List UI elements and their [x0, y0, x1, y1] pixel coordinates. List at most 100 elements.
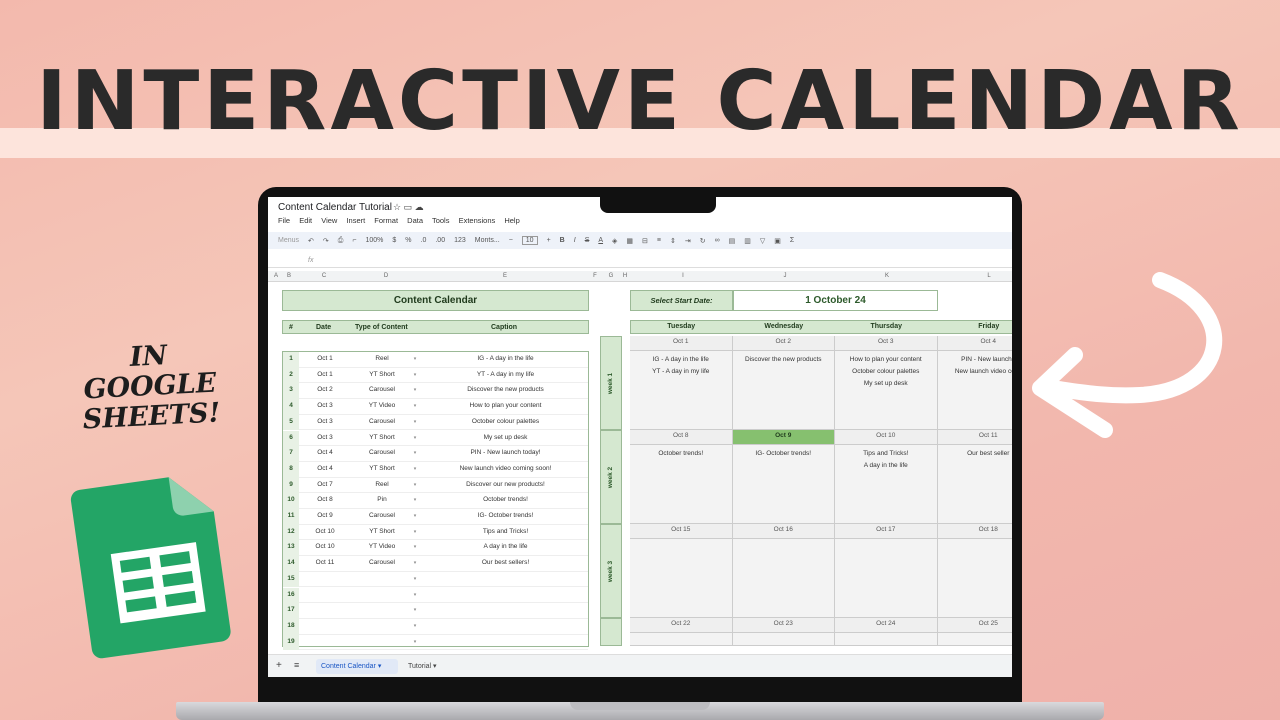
column-header[interactable]: J [734, 273, 836, 279]
align-icon[interactable]: ≡ [657, 237, 661, 244]
type-cell[interactable]: Pin [353, 496, 411, 503]
calendar-day-cell[interactable]: Our best seller [937, 445, 1012, 524]
type-cell[interactable]: YT Video [353, 402, 411, 409]
text-color-icon[interactable]: A [598, 237, 603, 244]
calendar-date[interactable]: Oct 8 [630, 430, 733, 445]
calendar-day-cell[interactable] [732, 633, 835, 646]
dropdown-arrow-icon[interactable]: ▾ [411, 482, 419, 488]
font-size-increase[interactable]: + [547, 237, 551, 244]
row-number[interactable]: 13 [283, 540, 299, 557]
column-header[interactable]: G [604, 273, 618, 279]
calendar-day-cell[interactable] [835, 633, 938, 646]
dropdown-arrow-icon[interactable]: ▾ [411, 466, 419, 472]
caption-cell[interactable]: YT - A day in my life [423, 371, 588, 378]
dropdown-arrow-icon[interactable]: ▾ [411, 387, 419, 393]
type-cell[interactable]: YT Short [353, 371, 411, 378]
views-icon[interactable]: ▣ [774, 237, 781, 245]
merge-icon[interactable]: ⊟ [642, 237, 648, 245]
row-number[interactable]: 17 [283, 603, 299, 619]
column-header[interactable]: D [352, 273, 420, 279]
row-number[interactable]: 4 [283, 399, 299, 415]
row-number[interactable]: 11 [283, 509, 299, 525]
date-cell[interactable]: Oct 3 [301, 434, 349, 441]
wrap-icon[interactable]: ⇥ [685, 237, 691, 245]
dropdown-arrow-icon[interactable]: ▾ [411, 560, 419, 566]
caption-cell[interactable]: Discover the new products [423, 386, 588, 393]
column-header[interactable]: C [298, 273, 350, 279]
calendar-date[interactable]: Oct 10 [835, 430, 938, 445]
dropdown-arrow-icon[interactable]: ▾ [411, 513, 419, 519]
row-number[interactable]: 3 [283, 383, 299, 400]
date-cell[interactable]: Oct 3 [301, 418, 349, 425]
caption-cell[interactable]: A day in the life [423, 543, 588, 550]
menu-tools[interactable]: Tools [432, 216, 450, 225]
column-header[interactable]: H [620, 273, 630, 279]
calendar-day-cell[interactable]: Tips and Tricks! A day in the life [835, 445, 938, 524]
star-icon[interactable]: ☆ [393, 202, 401, 212]
type-cell[interactable]: YT Short [353, 434, 411, 441]
menus-search[interactable]: Menus [278, 237, 299, 244]
calendar-day-cell[interactable] [732, 539, 835, 618]
fill-color-icon[interactable]: ◈ [612, 237, 617, 245]
date-cell[interactable]: Oct 10 [301, 543, 349, 550]
dropdown-arrow-icon[interactable]: ▾ [411, 435, 419, 441]
rotate-icon[interactable]: ↻ [700, 237, 706, 245]
caption-cell[interactable]: Our best sellers! [423, 559, 588, 566]
calendar-date[interactable]: Oct 16 [732, 524, 835, 539]
caption-cell[interactable]: October trends! [423, 496, 588, 503]
formula-bar[interactable]: fx [268, 255, 1012, 268]
cloud-icon[interactable]: ☁ [415, 202, 424, 212]
calendar-date[interactable]: Oct 11 [937, 430, 1012, 445]
menu-extensions[interactable]: Extensions [459, 216, 496, 225]
calendar-day-cell[interactable]: IG- October trends! [732, 445, 835, 524]
row-number[interactable]: 1 [283, 352, 299, 368]
calendar-date[interactable]: Oct 2 [732, 336, 835, 351]
dropdown-arrow-icon[interactable]: ▾ [411, 592, 419, 598]
menu-help[interactable]: Help [504, 216, 519, 225]
dropdown-arrow-icon[interactable]: ▾ [411, 356, 419, 362]
menu-data[interactable]: Data [407, 216, 423, 225]
date-cell[interactable]: Oct 1 [301, 355, 349, 362]
font-size-field[interactable]: 10 [521, 236, 538, 245]
menu-file[interactable]: File [278, 216, 290, 225]
column-header[interactable]: E [422, 273, 588, 279]
calendar-day-cell[interactable]: October trends! [630, 445, 733, 524]
type-cell[interactable]: Carousel [353, 449, 411, 456]
caption-cell[interactable]: New launch video coming soon! [423, 465, 588, 472]
dropdown-arrow-icon[interactable]: ▾ [411, 403, 419, 409]
row-number[interactable]: 18 [283, 618, 299, 635]
redo-icon[interactable]: ↷ [323, 237, 329, 245]
row-number[interactable]: 12 [283, 524, 299, 541]
calendar-day-cell[interactable]: PIN - New launch t New launch video comi [937, 351, 1012, 430]
row-number[interactable]: 2 [283, 367, 299, 384]
calendar-day-cell[interactable] [835, 539, 938, 618]
row-number[interactable]: 8 [283, 461, 299, 478]
calendar-date[interactable]: Oct 15 [630, 524, 733, 539]
calendar-day-cell[interactable]: How to plan your content October colour p… [835, 351, 938, 430]
caption-cell[interactable]: My set up desk [423, 434, 588, 441]
print-icon[interactable]: ⎙ [338, 237, 344, 245]
calendar-day-cell[interactable] [937, 633, 1012, 646]
dropdown-arrow-icon[interactable]: ▾ [411, 419, 419, 425]
caption-cell[interactable]: Discover our new products! [423, 481, 588, 488]
percent-button[interactable]: % [405, 237, 411, 244]
menu-edit[interactable]: Edit [299, 216, 312, 225]
dropdown-arrow-icon[interactable]: ▾ [411, 607, 419, 613]
row-number[interactable]: 15 [283, 571, 299, 588]
type-cell[interactable]: Carousel [353, 559, 411, 566]
caption-cell[interactable]: Tips and Tricks! [423, 528, 588, 535]
folder-icon[interactable]: ▭ [404, 202, 413, 212]
filter-icon[interactable]: ▽ [760, 237, 765, 245]
calendar-day-cell[interactable] [937, 539, 1012, 618]
column-header[interactable]: K [836, 273, 938, 279]
paint-format-icon[interactable]: ⌐ [352, 237, 356, 244]
calendar-day-cell[interactable] [630, 633, 733, 646]
caption-cell[interactable]: PIN - New launch today! [423, 449, 588, 456]
dropdown-arrow-icon[interactable]: ▾ [411, 544, 419, 550]
date-cell[interactable]: Oct 2 [301, 386, 349, 393]
start-date-field[interactable]: 1 October 24 [733, 290, 938, 311]
all-sheets-icon[interactable]: ≡ [294, 660, 299, 670]
row-number[interactable]: 6 [283, 430, 299, 447]
date-cell[interactable]: Oct 4 [301, 465, 349, 472]
column-header[interactable]: A [272, 273, 280, 279]
